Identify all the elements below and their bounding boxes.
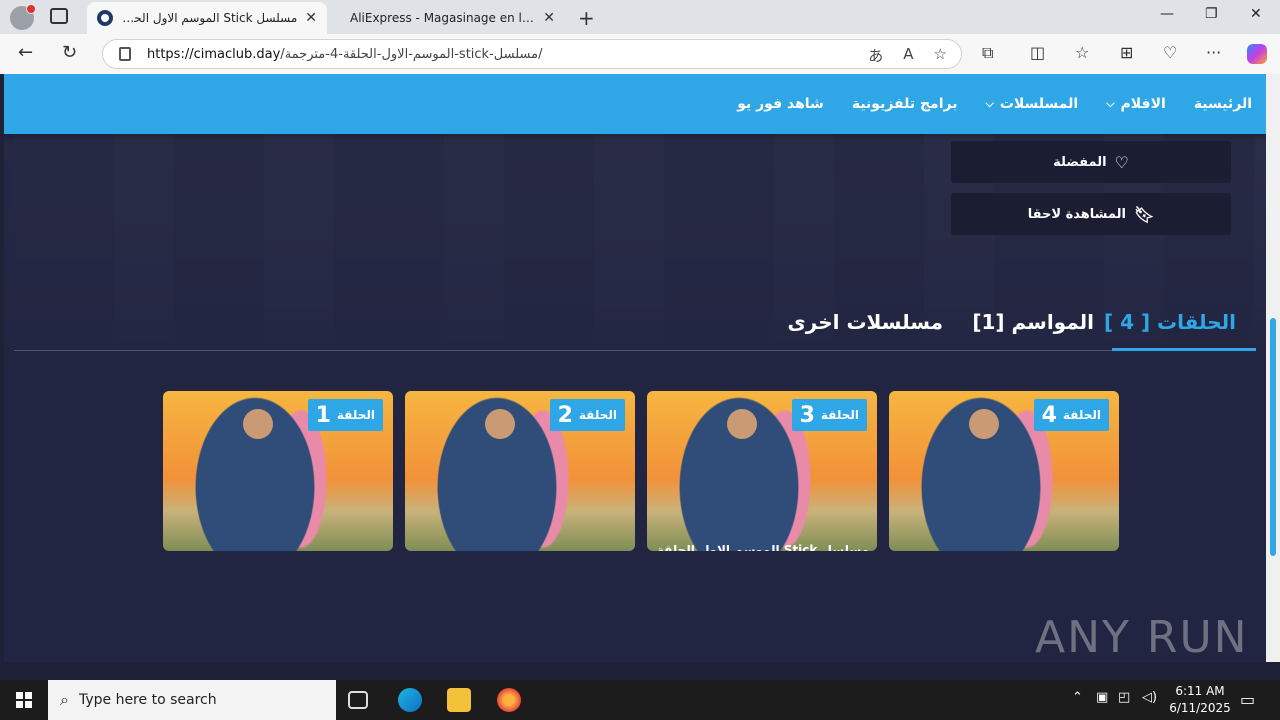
file-explorer-icon[interactable]: [447, 688, 471, 712]
search-icon: ⌕: [60, 690, 69, 709]
browser-tab-active[interactable]: مسلسل Stick الموسم الاول الحلقة 4 ✕: [87, 2, 327, 34]
episode-badge: الحلقة 1: [307, 399, 383, 431]
nav-tv-shows[interactable]: برامج تلفزيونية: [852, 96, 958, 112]
firefox-icon[interactable]: [497, 688, 521, 712]
copilot-icon[interactable]: [1247, 44, 1267, 64]
chevron-down-icon: ⌵: [985, 97, 994, 110]
tab-actions-icon[interactable]: [50, 8, 68, 24]
scroll-thumb[interactable]: [1270, 318, 1276, 556]
site-nav: الرئيسية الافلام ⌵ المسلسلات ⌵ برامج تلفزي…: [4, 74, 1266, 134]
task-view-icon[interactable]: [348, 691, 368, 709]
notifications-icon[interactable]: ▭: [1240, 690, 1255, 709]
browser-tab-inactive[interactable]: AliExpress - Magasinage en ligne ✕: [340, 2, 565, 34]
active-tab-indicator: [1112, 348, 1256, 351]
web-page: الرئيسية الافلام ⌵ المسلسلات ⌵ برامج تلفزي…: [4, 74, 1266, 662]
windows-taskbar: ⌕ Type here to search ⌃ ▣ ◰ ◁) 6:11 AM 6…: [0, 680, 1280, 720]
taskbar-search[interactable]: ⌕ Type here to search: [48, 680, 336, 720]
episode-caption: مسلسل Stick الموسم الاول الحلقة: [656, 543, 869, 551]
episode-card[interactable]: الحلقة 4: [889, 391, 1119, 551]
favorites-button[interactable]: ♡ المفضلة: [951, 141, 1231, 183]
volume-icon[interactable]: ◁): [1142, 690, 1157, 705]
nav-movies[interactable]: الافلام ⌵: [1106, 96, 1166, 112]
episode-badge: الحلقة 4: [1033, 399, 1109, 431]
browser-toolbar: ← ↻ https://cimaclub.day/الموسم-الاول-ال…: [0, 34, 1280, 74]
close-tab-icon[interactable]: ✕: [543, 10, 555, 26]
restore-icon[interactable]: ❐: [1205, 6, 1218, 22]
tab-episodes[interactable]: الحلقات [ 4 ]: [1104, 310, 1236, 334]
episode-card[interactable]: الحلقة 1: [163, 391, 393, 551]
nav-series[interactable]: المسلسلات ⌵: [985, 96, 1078, 112]
tab-title: مسلسل Stick الموسم الاول الحلقة 4: [121, 11, 298, 25]
tray-chevron-icon[interactable]: ⌃: [1072, 690, 1083, 705]
nav-home[interactable]: الرئيسية: [1194, 96, 1252, 112]
lock-icon[interactable]: [119, 47, 131, 61]
minimize-icon[interactable]: —: [1160, 6, 1174, 22]
site-favicon-icon: [97, 10, 113, 26]
extensions-icon[interactable]: ⧉: [982, 43, 993, 63]
favorites-icon[interactable]: ☆: [1075, 43, 1089, 62]
tab-other-series[interactable]: مسلسلات اخرى: [787, 310, 943, 334]
episode-badge: الحلقة 2: [549, 399, 625, 431]
tab-seasons[interactable]: المواسم [1]: [972, 310, 1094, 334]
chevron-down-icon: ⌵: [1106, 97, 1115, 110]
edge-icon[interactable]: [398, 688, 422, 712]
url-text: https://cimaclub.day/الموسم-الاول-الحلقة…: [147, 46, 543, 62]
system-clock[interactable]: 6:11 AM 6/11/2025: [1160, 683, 1240, 717]
tab-title: AliExpress - Magasinage en ligne: [350, 11, 536, 25]
network-icon[interactable]: ◰: [1118, 690, 1130, 705]
more-menu-icon[interactable]: ···: [1206, 43, 1221, 62]
bookmark-icon: 🔖︎: [1133, 204, 1155, 224]
episode-card[interactable]: الحلقة 3 مسلسل Stick الموسم الاول الحلقة: [647, 391, 877, 551]
collections-icon[interactable]: ⊞: [1120, 43, 1133, 62]
back-icon[interactable]: ←: [18, 42, 33, 63]
anyrun-watermark: ANY RUN: [1035, 612, 1249, 663]
page-scrollbar[interactable]: [1266, 74, 1280, 662]
favorite-star-icon[interactable]: ☆: [934, 45, 947, 66]
refresh-icon[interactable]: ↻: [62, 42, 77, 63]
split-screen-icon[interactable]: ◫: [1030, 43, 1045, 62]
address-bar[interactable]: https://cimaclub.day/الموسم-الاول-الحلقة…: [102, 39, 962, 69]
heart-icon: ♡: [1114, 152, 1129, 172]
close-tab-icon[interactable]: ✕: [305, 10, 317, 26]
translate-icon[interactable]: あ: [868, 45, 883, 66]
windows-start-icon[interactable]: [16, 692, 32, 708]
read-aloud-icon[interactable]: A: [903, 45, 913, 66]
episode-card[interactable]: الحلقة 2: [405, 391, 635, 551]
browser-essentials-icon[interactable]: ♡: [1163, 43, 1177, 62]
close-window-icon[interactable]: ✕: [1250, 6, 1262, 22]
watch-later-button[interactable]: 🔖︎ المشاهدة لاحقا: [951, 193, 1231, 235]
tray-device-icon[interactable]: ▣: [1096, 690, 1108, 705]
episode-badge: الحلقة 3: [791, 399, 867, 431]
content-tabs: الحلقات [ 4 ] المواسم [1] مسلسلات اخرى: [14, 298, 1256, 351]
nav-watch-for-you[interactable]: شاهد فور يو: [737, 96, 824, 112]
new-tab-icon[interactable]: +: [578, 6, 595, 30]
profile-icon[interactable]: [10, 4, 36, 30]
browser-tab-bar: مسلسل Stick الموسم الاول الحلقة 4 ✕ AliE…: [0, 0, 1280, 34]
